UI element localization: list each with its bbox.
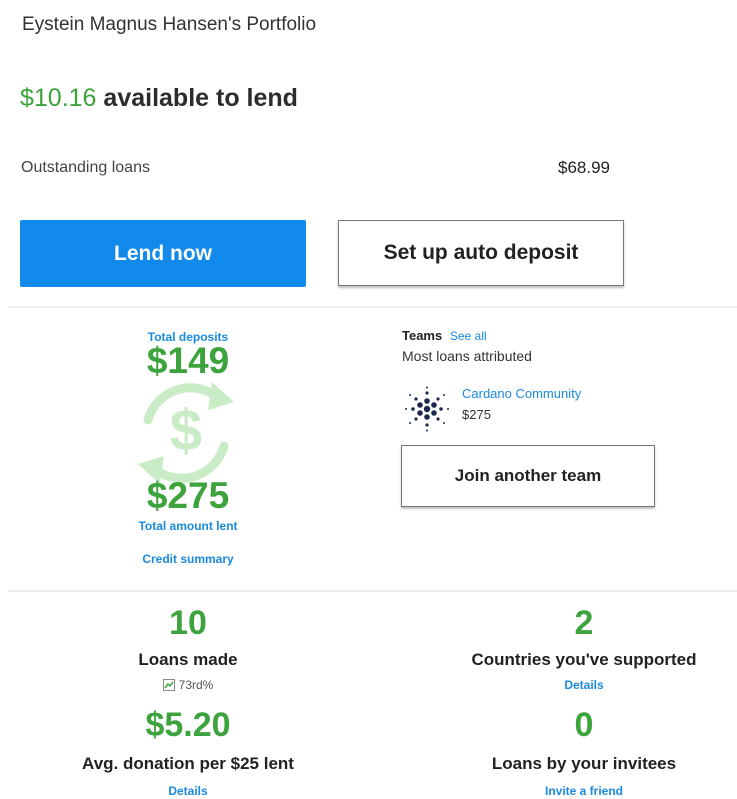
cardano-logo-icon[interactable]: [402, 386, 452, 432]
auto-deposit-button[interactable]: Set up auto deposit: [338, 220, 624, 286]
invite-friend-link[interactable]: Invite a friend: [524, 784, 644, 798]
divider: [8, 590, 737, 592]
countries-label: Countries you've supported: [471, 650, 697, 669]
join-team-button[interactable]: Join another team: [401, 445, 655, 507]
portfolio-title: Eystein Magnus Hansen's Portfolio: [22, 14, 317, 35]
lend-now-button[interactable]: Lend now: [20, 220, 306, 287]
invitee-loans-value: 0: [574, 706, 594, 744]
countries-details-link[interactable]: Details: [534, 678, 634, 692]
total-deposits-value: $149: [146, 340, 230, 381]
outstanding-loans-value: $68.99: [558, 158, 610, 177]
trend-chart-icon: [162, 679, 175, 691]
total-lent-label: Total amount lent: [138, 519, 238, 533]
countries-value: 2: [574, 604, 594, 642]
teams-title: Teams: [402, 328, 443, 343]
divider: [8, 306, 737, 308]
svg-text:$: $: [170, 398, 202, 463]
team-name-link[interactable]: Cardano Community: [462, 386, 581, 401]
loans-made-rank-text: 73rd%: [178, 678, 214, 692]
loans-made-rank: 73rd%: [138, 678, 238, 692]
avg-donation-value: $5.20: [145, 706, 231, 744]
loans-made-value: 10: [169, 604, 207, 642]
teams-heading: Teams See all: [402, 328, 487, 343]
available-suffix: available to lend: [96, 84, 298, 112]
total-lent-value: $275: [146, 475, 230, 516]
dollar-cycle-icon: $: [138, 382, 234, 484]
available-amount: $10.16: [20, 84, 97, 112]
avg-donation-details-link[interactable]: Details: [138, 784, 238, 798]
credit-summary-link[interactable]: Credit summary: [98, 552, 278, 566]
outstanding-loans-label: Outstanding loans: [21, 159, 150, 176]
teams-subheading: Most loans attributed: [402, 348, 532, 364]
avg-donation-label: Avg. donation per $25 lent: [82, 754, 294, 773]
available-to-lend: $10.16 available to lend: [20, 84, 298, 113]
team-amount: $275: [462, 407, 491, 422]
loans-made-label: Loans made: [138, 650, 238, 669]
invitee-loans-label: Loans by your invitees: [491, 754, 677, 773]
see-all-teams-link[interactable]: See all: [450, 329, 487, 343]
